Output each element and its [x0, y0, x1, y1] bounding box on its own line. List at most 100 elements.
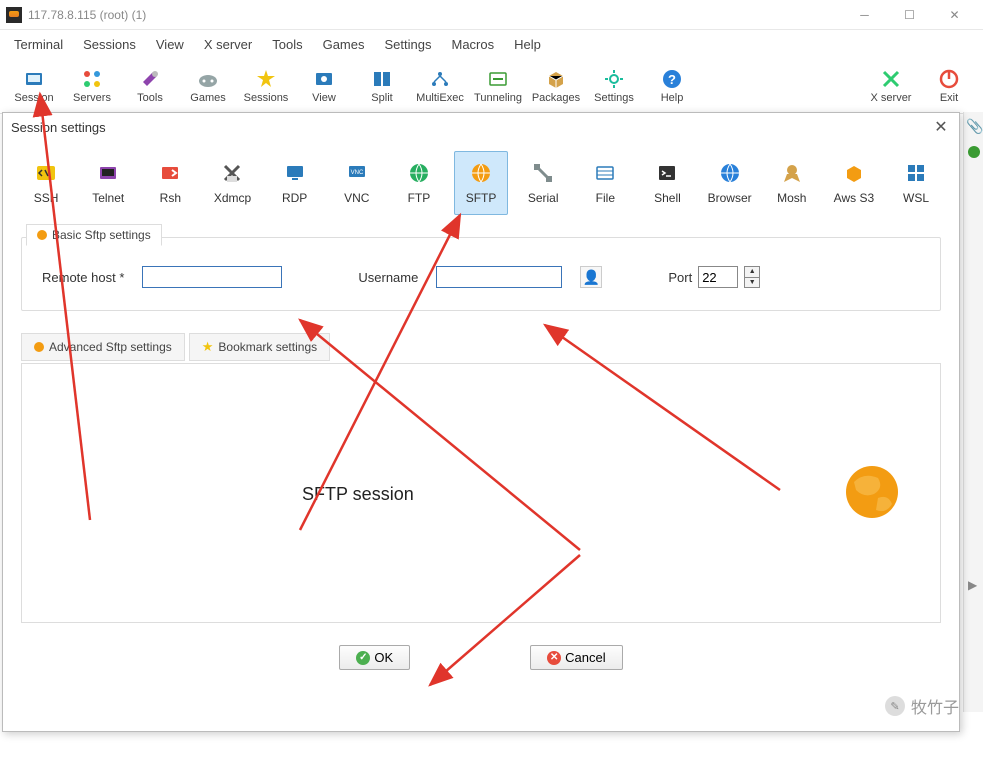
macro-dot-icon[interactable] — [968, 146, 980, 158]
session-icon — [23, 68, 45, 90]
session-preview-area: SFTP session — [21, 363, 941, 623]
session-type-serial-label: Serial — [528, 191, 559, 205]
toolbar-session-button[interactable]: Session — [8, 61, 60, 111]
remote-host-label: Remote host * — [42, 270, 124, 285]
toolbar-tools-button[interactable]: Tools — [124, 61, 176, 111]
session-type-file[interactable]: File — [578, 151, 632, 215]
menu-tools[interactable]: Tools — [262, 33, 312, 56]
session-type-ftp[interactable]: FTP — [392, 151, 446, 215]
session-type-ssh[interactable]: SSH — [19, 151, 73, 215]
bookmark-settings-tab[interactable]: ★ Bookmark settings — [189, 333, 330, 361]
session-type-rsh[interactable]: Rsh — [143, 151, 197, 215]
browser-icon — [718, 161, 742, 185]
menu-settings[interactable]: Settings — [375, 33, 442, 56]
x-icon: ✕ — [547, 651, 561, 665]
wsl-icon — [904, 161, 928, 185]
dialog-close-button[interactable]: ✕ — [931, 117, 951, 137]
cancel-button[interactable]: ✕ Cancel — [530, 645, 622, 670]
menu-games[interactable]: Games — [313, 33, 375, 56]
menubar: TerminalSessionsViewX serverToolsGamesSe… — [0, 30, 983, 58]
session-type-shell-label: Shell — [654, 191, 681, 205]
toolbar-multiexec-button[interactable]: MultiExec — [414, 61, 466, 111]
toolbar-servers-button[interactable]: Servers — [66, 61, 118, 111]
session-type-mosh[interactable]: Mosh — [765, 151, 819, 215]
toolbar-tunneling-button[interactable]: Tunneling — [472, 61, 524, 111]
session-type-ftp-label: FTP — [408, 191, 431, 205]
tunneling-icon — [487, 68, 509, 90]
session-type-browser[interactable]: Browser — [703, 151, 757, 215]
toolbar-help-button[interactable]: ?Help — [646, 61, 698, 111]
basic-sftp-tab-label: Basic Sftp settings — [52, 228, 151, 242]
toolbar-xserver-button[interactable]: X server — [865, 61, 917, 111]
session-type-awss3-label: Aws S3 — [834, 191, 874, 205]
username-input[interactable] — [436, 266, 562, 288]
session-type-vnc-label: VNC — [344, 191, 369, 205]
main-toolbar: Session ServersToolsGamesSessions View Spli… — [0, 58, 983, 114]
menu-x-server[interactable]: X server — [194, 33, 262, 56]
toolbar-tunneling-label: Tunneling — [474, 93, 522, 104]
toolbar-packages-button[interactable]: Packages — [530, 61, 582, 111]
port-spin-up[interactable]: ▲ — [745, 267, 759, 278]
toolbar-settings-label: Settings — [594, 93, 634, 104]
ok-button-label: OK — [374, 650, 393, 665]
window-minimize-button[interactable]: ─ — [842, 0, 887, 30]
toolbar-session-label: Session — [14, 93, 53, 104]
toolbar-sessions-button[interactable]: Sessions — [240, 61, 292, 111]
session-type-shell[interactable]: Shell — [640, 151, 694, 215]
attachment-icon[interactable]: 📎 — [966, 118, 983, 135]
remote-host-input[interactable] — [142, 266, 282, 288]
window-close-button[interactable]: ✕ — [932, 0, 977, 30]
port-input[interactable] — [698, 266, 738, 288]
rsh-icon — [158, 161, 182, 185]
window-maximize-button[interactable]: ☐ — [887, 0, 932, 30]
toolbar-exit-button[interactable]: Exit — [923, 61, 975, 111]
advanced-sftp-tab[interactable]: Advanced Sftp settings — [21, 333, 185, 361]
session-type-rsh-label: Rsh — [160, 191, 181, 205]
port-spin-down[interactable]: ▼ — [745, 278, 759, 288]
toolbar-split-button[interactable]: Split — [356, 61, 408, 111]
watermark-text: 牧竹子 — [911, 694, 959, 718]
toolbar-settings-button[interactable]: Settings — [588, 61, 640, 111]
session-type-awss3[interactable]: Aws S3 — [827, 151, 881, 215]
session-type-sftp[interactable]: SFTP — [454, 151, 508, 215]
globe-icon — [844, 464, 900, 520]
basic-sftp-settings-group: Basic Sftp settings Remote host * Userna… — [21, 237, 941, 311]
tools-icon — [139, 68, 161, 90]
check-icon: ✓ — [356, 651, 370, 665]
toolbar-games-button[interactable]: Games — [182, 61, 234, 111]
toolbar-packages-label: Packages — [532, 93, 580, 104]
user-picker-button[interactable]: 👤 — [580, 266, 602, 288]
toolbar-view-label: View — [312, 93, 336, 104]
session-type-browser-label: Browser — [708, 191, 752, 205]
split-icon — [371, 68, 393, 90]
ftp-icon — [407, 161, 431, 185]
right-sidebar: 📎 ▶ — [963, 112, 983, 712]
menu-view[interactable]: View — [146, 33, 194, 56]
session-type-wsl[interactable]: WSL — [889, 151, 943, 215]
svg-text:?: ? — [668, 72, 676, 87]
scroll-chevron-icon[interactable]: ▶ — [968, 578, 977, 592]
session-type-xdmcp[interactable]: Xdmcp — [205, 151, 259, 215]
port-spinner[interactable]: ▲ ▼ — [744, 266, 760, 288]
session-type-mosh-label: Mosh — [777, 191, 806, 205]
dialog-button-row: ✓ OK ✕ Cancel — [3, 645, 959, 670]
toolbar-view-button[interactable]: View — [298, 61, 350, 111]
session-type-serial[interactable]: Serial — [516, 151, 570, 215]
app-icon — [6, 7, 22, 23]
session-type-vnc[interactable]: VNCVNC — [330, 151, 384, 215]
menu-help[interactable]: Help — [504, 33, 551, 56]
menu-macros[interactable]: Macros — [441, 33, 504, 56]
settings-icon — [603, 68, 625, 90]
session-type-rdp[interactable]: RDP — [268, 151, 322, 215]
session-type-telnet[interactable]: Telnet — [81, 151, 135, 215]
session-type-sftp-label: SFTP — [466, 191, 497, 205]
basic-sftp-tab[interactable]: Basic Sftp settings — [26, 224, 162, 246]
sftp-icon — [469, 161, 493, 185]
menu-sessions[interactable]: Sessions — [73, 33, 146, 56]
ssh-icon — [34, 161, 58, 185]
toolbar-multiexec-label: MultiExec — [416, 93, 464, 104]
ok-button[interactable]: ✓ OK — [339, 645, 410, 670]
menu-terminal[interactable]: Terminal — [4, 33, 73, 56]
servers-icon — [81, 68, 103, 90]
session-type-rdp-label: RDP — [282, 191, 307, 205]
